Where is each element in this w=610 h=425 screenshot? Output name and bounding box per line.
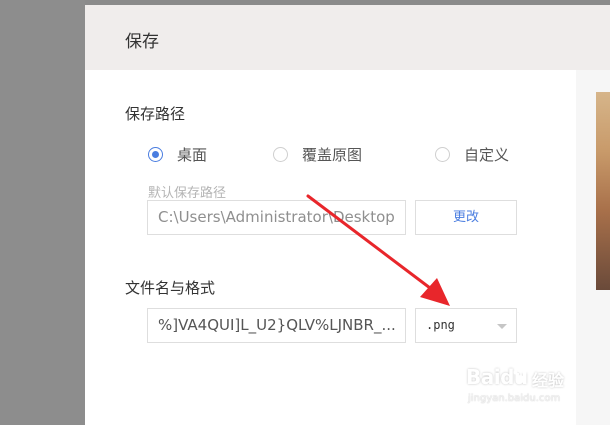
preview-image xyxy=(596,92,610,290)
radio-checked-icon xyxy=(148,147,163,162)
radio-desktop[interactable]: 桌面 xyxy=(148,144,207,165)
radio-desktop-label: 桌面 xyxy=(177,146,208,164)
radio-custom[interactable]: 自定义 xyxy=(435,144,509,165)
watermark-cn: 经验 xyxy=(532,371,565,390)
backdrop xyxy=(0,0,85,425)
format-select[interactable]: .png xyxy=(415,308,517,343)
save-path-label: 保存路径 xyxy=(125,105,186,123)
radio-custom-label: 自定义 xyxy=(464,146,510,164)
radio-overwrite-label: 覆盖原图 xyxy=(302,146,363,164)
change-path-button[interactable]: 更改 xyxy=(415,200,517,235)
watermark-url: jingyan.baidu.com xyxy=(468,393,561,404)
dialog-header: 保存 xyxy=(85,5,610,70)
paw-icon xyxy=(513,368,527,383)
format-value: .png xyxy=(426,318,455,332)
default-path-hint: 默认保存路径 xyxy=(148,186,227,201)
radio-unchecked-icon xyxy=(273,147,288,162)
watermark: Baidu 经验 jingyan.baidu.com xyxy=(466,361,581,413)
file-format-label: 文件名与格式 xyxy=(125,279,216,297)
dialog-title: 保存 xyxy=(125,32,159,52)
radio-unchecked-icon xyxy=(435,147,450,162)
radio-overwrite[interactable]: 覆盖原图 xyxy=(273,144,362,165)
filename-field[interactable]: %]VA4QUI]L_U2}QLV%LJNBR_... xyxy=(147,308,406,343)
save-path-field[interactable]: C:\Users\Administrator\Desktop xyxy=(147,200,406,235)
chevron-down-icon xyxy=(497,324,507,329)
